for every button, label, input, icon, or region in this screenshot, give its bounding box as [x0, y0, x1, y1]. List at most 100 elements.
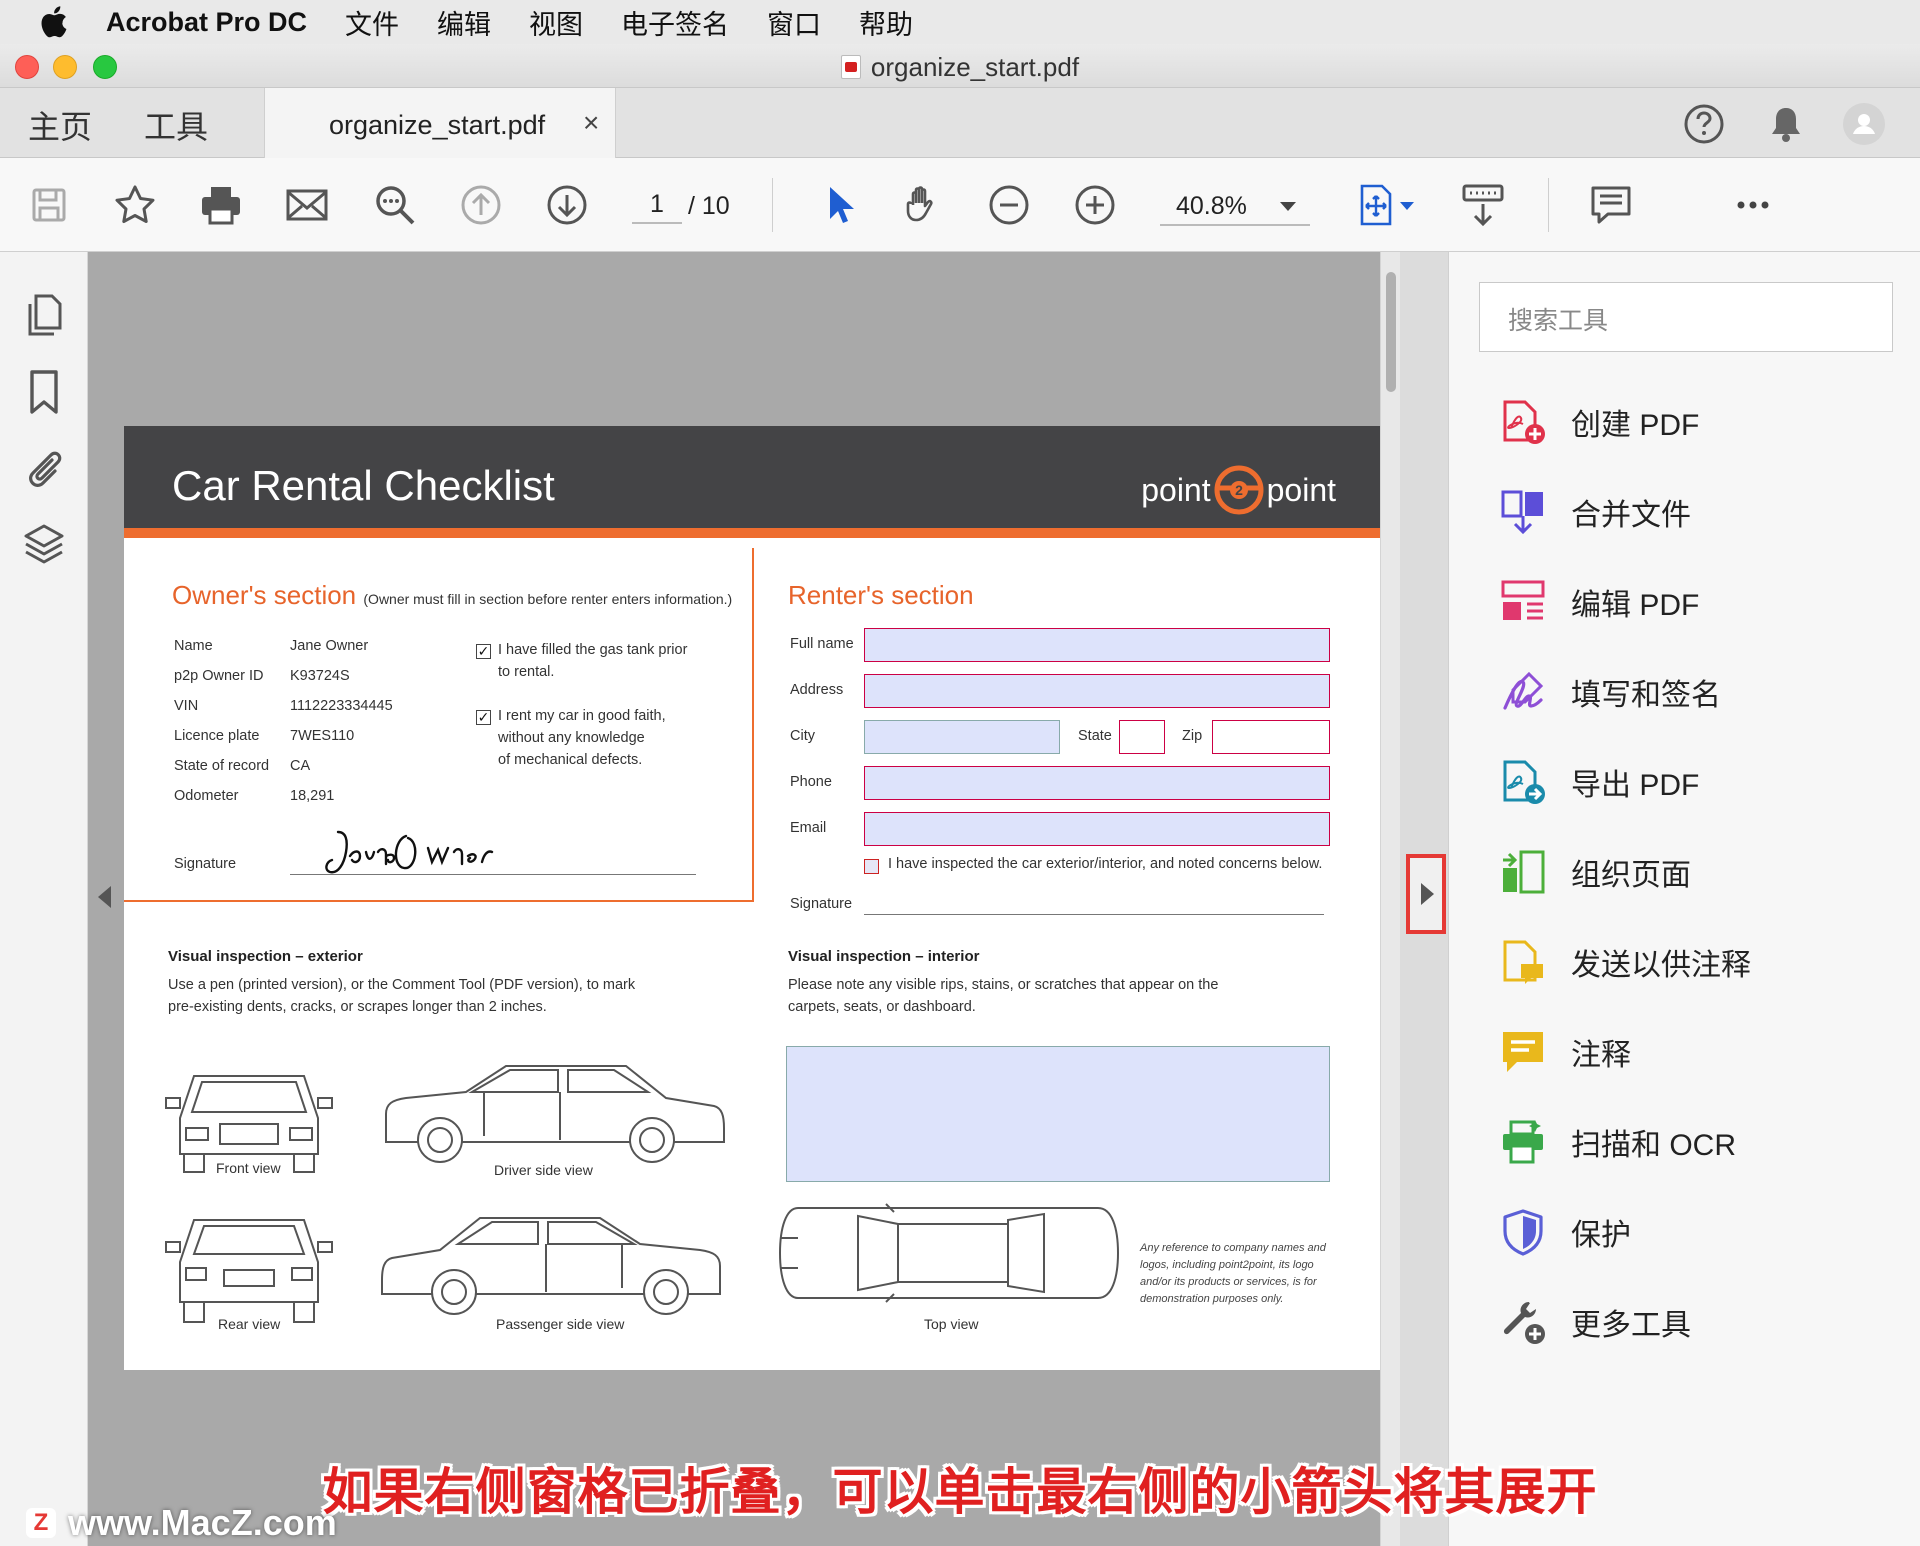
state-field[interactable]	[1119, 720, 1165, 754]
tool-comment[interactable]: 注释	[1499, 1022, 1631, 1082]
menu-edit[interactable]: 编辑	[437, 3, 491, 42]
zip-field[interactable]	[1212, 720, 1330, 754]
rear-view-caption: Rear view	[218, 1316, 281, 1332]
city-field[interactable]	[864, 720, 1060, 754]
menu-window[interactable]: 窗口	[767, 3, 821, 42]
hand-icon[interactable]	[898, 180, 948, 230]
save-icon[interactable]	[24, 180, 74, 230]
good-faith-checkbox[interactable]: ✓	[476, 710, 491, 725]
good-faith-text: I rent my car in good faith,	[498, 708, 666, 724]
tools-pane: 搜索工具 创建 PDF 合并文件 编辑 PDF 填写和签名 导出 PDF 组织页…	[1448, 252, 1920, 1546]
tool-label: 编辑 PDF	[1571, 589, 1700, 622]
menu-app-name[interactable]: Acrobat Pro DC	[106, 7, 307, 38]
comment-icon[interactable]	[1586, 180, 1636, 230]
pdf-file-icon	[840, 55, 861, 79]
full-name-field[interactable]	[864, 628, 1330, 662]
phone-field[interactable]	[864, 766, 1330, 800]
tool-label: 扫描和 OCR	[1571, 1129, 1736, 1162]
owner-field-value: 1112223334445	[290, 698, 393, 714]
tool-export-pdf[interactable]: 导出 PDF	[1499, 752, 1699, 812]
search-zoom-icon[interactable]	[370, 180, 420, 230]
tab-tools[interactable]: 工具	[144, 102, 208, 148]
renter-signature-line[interactable]	[864, 914, 1324, 915]
interior-instructions: Please note any visible rips, stains, or…	[788, 977, 1219, 993]
tool-create-pdf[interactable]: 创建 PDF	[1499, 392, 1699, 452]
tool-label: 保护	[1571, 1219, 1631, 1252]
gas-tank-checkbox[interactable]: ✓	[476, 644, 491, 659]
owner-note: (Owner must fill in section before rente…	[363, 591, 733, 607]
more-icon[interactable]	[1728, 180, 1778, 230]
document-title: Car Rental Checklist	[172, 462, 555, 509]
layers-icon[interactable]	[20, 520, 68, 568]
owner-heading-text: Owner's section	[172, 580, 357, 610]
fit-page-dropdown-icon[interactable]	[1400, 202, 1414, 210]
page-thumbnails-icon[interactable]	[20, 292, 68, 340]
scrollbar-thumb[interactable]	[1386, 272, 1396, 392]
apple-menu-icon[interactable]	[38, 5, 68, 39]
owner-field-label: Name	[174, 638, 213, 654]
create-pdf-icon	[1503, 400, 1545, 444]
vertical-scrollbar[interactable]	[1380, 252, 1400, 1546]
tab-home[interactable]: 主页	[28, 102, 92, 148]
email-icon[interactable]	[282, 180, 332, 230]
select-cursor-icon[interactable]	[814, 180, 864, 230]
menu-help[interactable]: 帮助	[859, 3, 913, 42]
tool-send-for-comments[interactable]: 发送以供注释	[1499, 932, 1751, 992]
more-tools-icon	[1503, 1302, 1545, 1344]
tool-more-tools[interactable]: 更多工具	[1499, 1292, 1691, 1352]
owner-field-label: State of record	[174, 758, 270, 774]
tool-label: 更多工具	[1571, 1309, 1691, 1342]
print-icon[interactable]	[196, 180, 246, 230]
zoom-out-icon[interactable]	[984, 180, 1034, 230]
menu-file[interactable]: 文件	[345, 3, 399, 42]
owner-handwritten-signature	[325, 830, 494, 874]
car-top-view-drawing	[778, 1203, 1120, 1303]
tool-label: 导出 PDF	[1571, 769, 1700, 802]
bookmarks-icon[interactable]	[20, 368, 68, 416]
pdf-page: Car Rental Checklist point 2 point Owner…	[124, 426, 1380, 1370]
page-up-icon[interactable]	[456, 180, 506, 230]
close-tab-icon[interactable]: ×	[583, 107, 599, 139]
protect-icon	[1503, 1209, 1543, 1256]
menu-esign[interactable]: 电子签名	[621, 3, 729, 42]
inspected-checkbox[interactable]	[864, 859, 879, 874]
help-icon[interactable]	[1682, 102, 1726, 146]
attachments-icon[interactable]	[20, 444, 68, 492]
tool-edit-pdf[interactable]: 编辑 PDF	[1499, 572, 1699, 632]
state-label: State	[1078, 728, 1112, 744]
combine-files-icon	[1501, 490, 1543, 535]
watermark-logo-icon: Z	[26, 1508, 56, 1538]
mac-menubar: Acrobat Pro DC 文件 编辑 视图 电子签名 窗口 帮助	[0, 0, 1920, 44]
search-tools-input[interactable]: 搜索工具	[1479, 282, 1893, 352]
tool-organize-pages[interactable]: 组织页面	[1499, 842, 1691, 902]
tool-label: 注释	[1571, 1039, 1631, 1072]
page-down-icon[interactable]	[542, 180, 592, 230]
address-field[interactable]	[864, 674, 1330, 708]
expand-right-pane-button[interactable]	[1406, 854, 1446, 934]
notification-bell-icon[interactable]	[1764, 102, 1808, 146]
owner-signature-label: Signature	[174, 856, 237, 872]
passenger-side-caption: Passenger side view	[496, 1316, 625, 1332]
zoom-in-icon[interactable]	[1070, 180, 1120, 230]
scroll-mode-icon[interactable]	[1458, 180, 1508, 230]
tool-protect[interactable]: 保护	[1499, 1202, 1631, 1262]
tool-fill-sign[interactable]: 填写和签名	[1499, 662, 1721, 722]
watermark-text: www.MacZ.com	[68, 1502, 337, 1543]
menu-view[interactable]: 视图	[529, 3, 583, 42]
tab-document[interactable]: organize_start.pdf ×	[264, 88, 616, 158]
account-avatar-icon[interactable]	[1842, 102, 1886, 146]
scan-ocr-icon	[1503, 1120, 1543, 1164]
car-driver-side-drawing	[385, 1065, 725, 1163]
zoom-level-select[interactable]: 40.8%	[1160, 188, 1310, 226]
tab-document-label: organize_start.pdf	[329, 110, 546, 140]
interior-notes-field[interactable]	[786, 1046, 1330, 1182]
tool-scan-ocr[interactable]: 扫描和 OCR	[1499, 1112, 1736, 1172]
owner-heading: Owner's section (Owner must fill in sect…	[172, 580, 732, 611]
fit-page-icon[interactable]	[1352, 180, 1402, 230]
collapse-left-pane-arrow-icon[interactable]	[98, 886, 111, 908]
tool-combine-files[interactable]: 合并文件	[1499, 482, 1691, 542]
organize-pages-icon	[1503, 850, 1545, 894]
bookmark-star-icon[interactable]	[110, 180, 160, 230]
email-field[interactable]	[864, 812, 1330, 846]
page-number-input[interactable]: 1	[632, 188, 682, 224]
